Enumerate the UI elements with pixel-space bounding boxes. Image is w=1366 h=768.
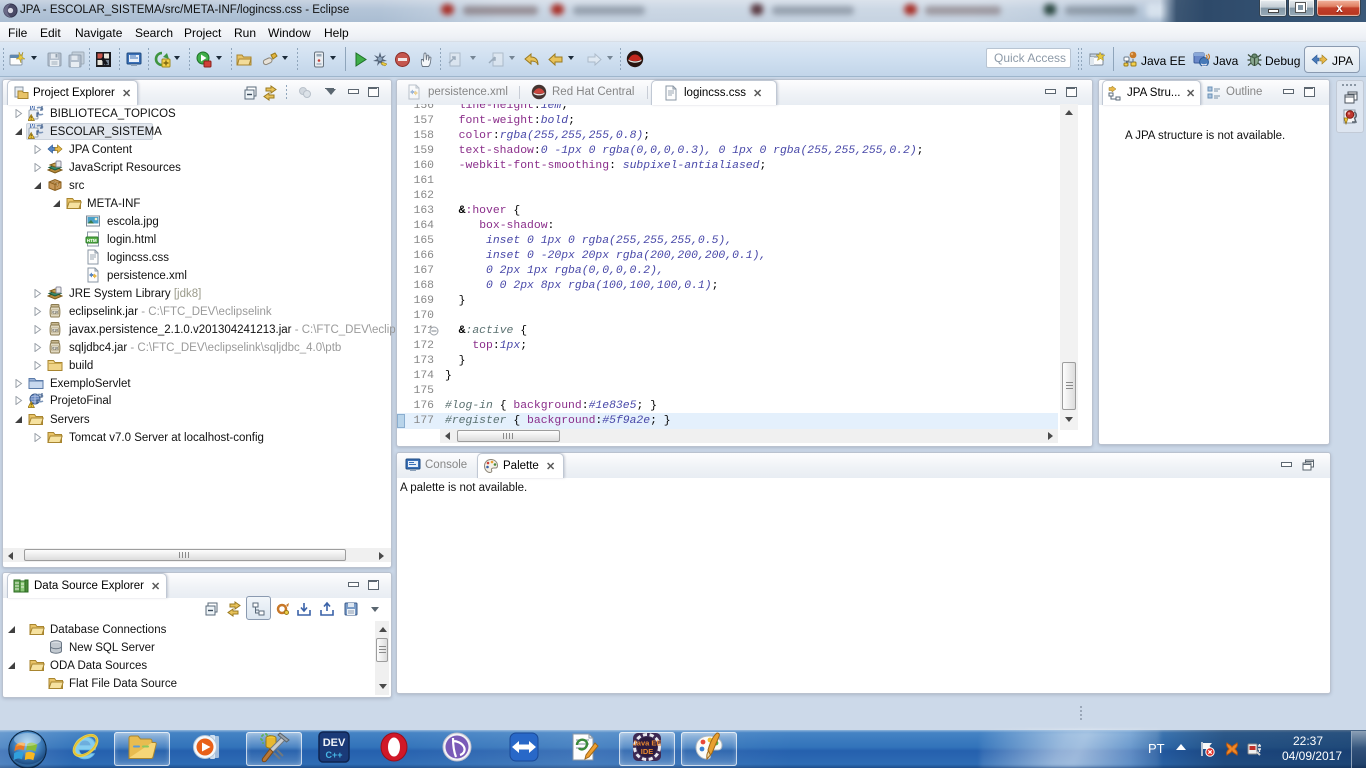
svg-text:IDE: IDE — [641, 747, 654, 756]
svg-text:DEV: DEV — [323, 737, 346, 749]
svg-text:C++: C++ — [325, 750, 342, 760]
